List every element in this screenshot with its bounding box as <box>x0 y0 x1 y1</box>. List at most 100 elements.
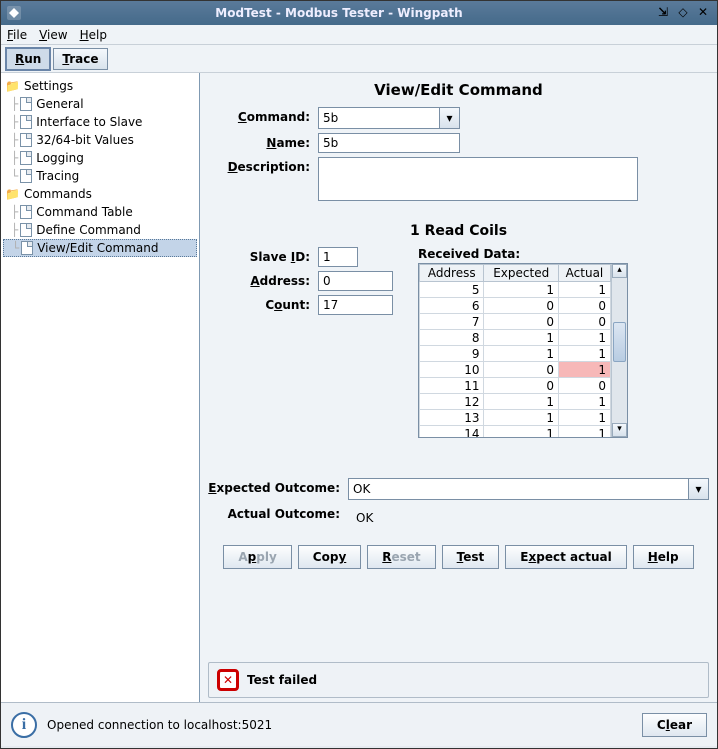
menu-file[interactable]: File <box>7 28 27 42</box>
table-cell[interactable]: 1 <box>558 282 610 298</box>
tree-label: View/Edit Command <box>37 241 158 255</box>
title-bar: ModTest - Modbus Tester - Wingpath ⇲ ◇ ✕ <box>1 1 717 25</box>
address-input[interactable] <box>318 271 393 291</box>
reset-button[interactable]: Reset <box>367 545 435 569</box>
tree-node-view-edit-command[interactable]: └ View/Edit Command <box>3 239 197 257</box>
expect-actual-button[interactable]: Expect actual <box>505 545 626 569</box>
table-cell[interactable]: 1 <box>484 426 558 438</box>
error-icon: ✕ <box>217 669 239 691</box>
col-actual[interactable]: Actual <box>558 265 610 282</box>
page-icon <box>20 223 32 237</box>
tree-node-logging[interactable]: ├ Logging <box>3 149 197 167</box>
received-data-table[interactable]: Address Expected Actual 5116007008119111… <box>418 263 628 438</box>
command-combo[interactable]: ▾ <box>318 107 460 129</box>
table-row[interactable]: 911 <box>420 346 611 362</box>
tree-node-general[interactable]: ├ General <box>3 95 197 113</box>
table-cell[interactable]: 1 <box>558 410 610 426</box>
table-row[interactable]: 600 <box>420 298 611 314</box>
table-cell[interactable]: 1 <box>484 410 558 426</box>
slave-input[interactable] <box>318 247 358 267</box>
tree-label: General <box>36 97 83 111</box>
chevron-down-icon[interactable]: ▾ <box>439 108 459 128</box>
tree-label: Define Command <box>36 223 141 237</box>
table-row[interactable]: 1001 <box>420 362 611 378</box>
tree-node-tracing[interactable]: └ Tracing <box>3 167 197 185</box>
table-row[interactable]: 1311 <box>420 410 611 426</box>
command-label: Command: <box>208 107 318 124</box>
table-cell[interactable]: 1 <box>484 394 558 410</box>
expected-outcome-input[interactable] <box>349 479 688 499</box>
table-cell[interactable]: 1 <box>558 330 610 346</box>
tree-node-define-command[interactable]: ├ Define Command <box>3 221 197 239</box>
trace-button[interactable]: Trace <box>53 48 107 70</box>
table-cell[interactable]: 0 <box>484 362 558 378</box>
count-label: Count: <box>248 295 318 312</box>
table-cell[interactable]: 1 <box>484 330 558 346</box>
table-cell[interactable]: 12 <box>420 394 484 410</box>
table-cell[interactable]: 5 <box>420 282 484 298</box>
tree-node-interface[interactable]: ├ Interface to Slave <box>3 113 197 131</box>
scroll-up-icon[interactable]: ▴ <box>612 264 627 278</box>
tree-node-settings[interactable]: 📁Settings <box>3 77 197 95</box>
test-button[interactable]: Test <box>442 545 500 569</box>
table-cell[interactable]: 1 <box>558 426 610 438</box>
table-cell[interactable]: 0 <box>558 314 610 330</box>
table-cell[interactable]: 6 <box>420 298 484 314</box>
table-cell[interactable]: 9 <box>420 346 484 362</box>
expected-outcome-combo[interactable]: ▾ <box>348 478 709 500</box>
table-cell[interactable]: 0 <box>558 378 610 394</box>
scroll-thumb[interactable] <box>613 322 626 362</box>
nav-tree[interactable]: 📁Settings ├ General ├ Interface to Slave… <box>1 73 200 702</box>
table-cell[interactable]: 14 <box>420 426 484 438</box>
minimize-icon[interactable]: ⇲ <box>655 6 671 20</box>
status-text: Opened connection to localhost:5021 <box>47 718 272 732</box>
command-input[interactable] <box>319 108 439 128</box>
description-label: Description: <box>208 157 318 174</box>
table-cell[interactable]: 0 <box>484 298 558 314</box>
table-row[interactable]: 1411 <box>420 426 611 438</box>
clear-button[interactable]: Clear <box>642 713 707 737</box>
copy-button[interactable]: Copy <box>298 545 361 569</box>
col-address[interactable]: Address <box>420 265 484 282</box>
table-cell[interactable]: 8 <box>420 330 484 346</box>
tree-label: Commands <box>24 187 92 201</box>
table-row[interactable]: 511 <box>420 282 611 298</box>
table-cell[interactable]: 1 <box>558 362 610 378</box>
tree-node-3264[interactable]: ├ 32/64-bit Values <box>3 131 197 149</box>
menu-help[interactable]: Help <box>80 28 107 42</box>
table-cell[interactable]: 0 <box>484 378 558 394</box>
tree-node-command-table[interactable]: ├ Command Table <box>3 203 197 221</box>
table-cell[interactable]: 0 <box>484 314 558 330</box>
table-cell[interactable]: 13 <box>420 410 484 426</box>
col-expected[interactable]: Expected <box>484 265 558 282</box>
table-cell[interactable]: 11 <box>420 378 484 394</box>
table-row[interactable]: 811 <box>420 330 611 346</box>
table-row[interactable]: 700 <box>420 314 611 330</box>
help-button[interactable]: Help <box>633 545 694 569</box>
table-row[interactable]: 1211 <box>420 394 611 410</box>
table-cell[interactable]: 10 <box>420 362 484 378</box>
table-cell[interactable]: 1 <box>484 282 558 298</box>
table-cell[interactable]: 1 <box>484 346 558 362</box>
maximize-icon[interactable]: ◇ <box>675 6 691 20</box>
name-input[interactable] <box>318 133 460 153</box>
apply-button[interactable]: Apply <box>223 545 291 569</box>
scrollbar[interactable]: ▴ ▾ <box>611 264 627 437</box>
menu-view[interactable]: View <box>39 28 67 42</box>
inner-status-text: Test failed <box>247 673 317 687</box>
table-cell[interactable]: 1 <box>558 346 610 362</box>
description-textarea[interactable] <box>318 157 638 201</box>
address-label: Address: <box>248 271 318 288</box>
close-icon[interactable]: ✕ <box>695 6 711 20</box>
run-button[interactable]: Run <box>5 47 51 71</box>
scroll-down-icon[interactable]: ▾ <box>612 423 627 437</box>
table-row[interactable]: 1100 <box>420 378 611 394</box>
count-input[interactable] <box>318 295 393 315</box>
chevron-down-icon[interactable]: ▾ <box>688 479 708 499</box>
table-cell[interactable]: 1 <box>558 394 610 410</box>
expected-outcome-label: Expected Outcome: <box>208 478 348 495</box>
tree-node-commands[interactable]: 📁Commands <box>3 185 197 203</box>
table-cell[interactable]: 0 <box>558 298 610 314</box>
table-cell[interactable]: 7 <box>420 314 484 330</box>
inner-status-bar: ✕ Test failed <box>208 662 709 698</box>
